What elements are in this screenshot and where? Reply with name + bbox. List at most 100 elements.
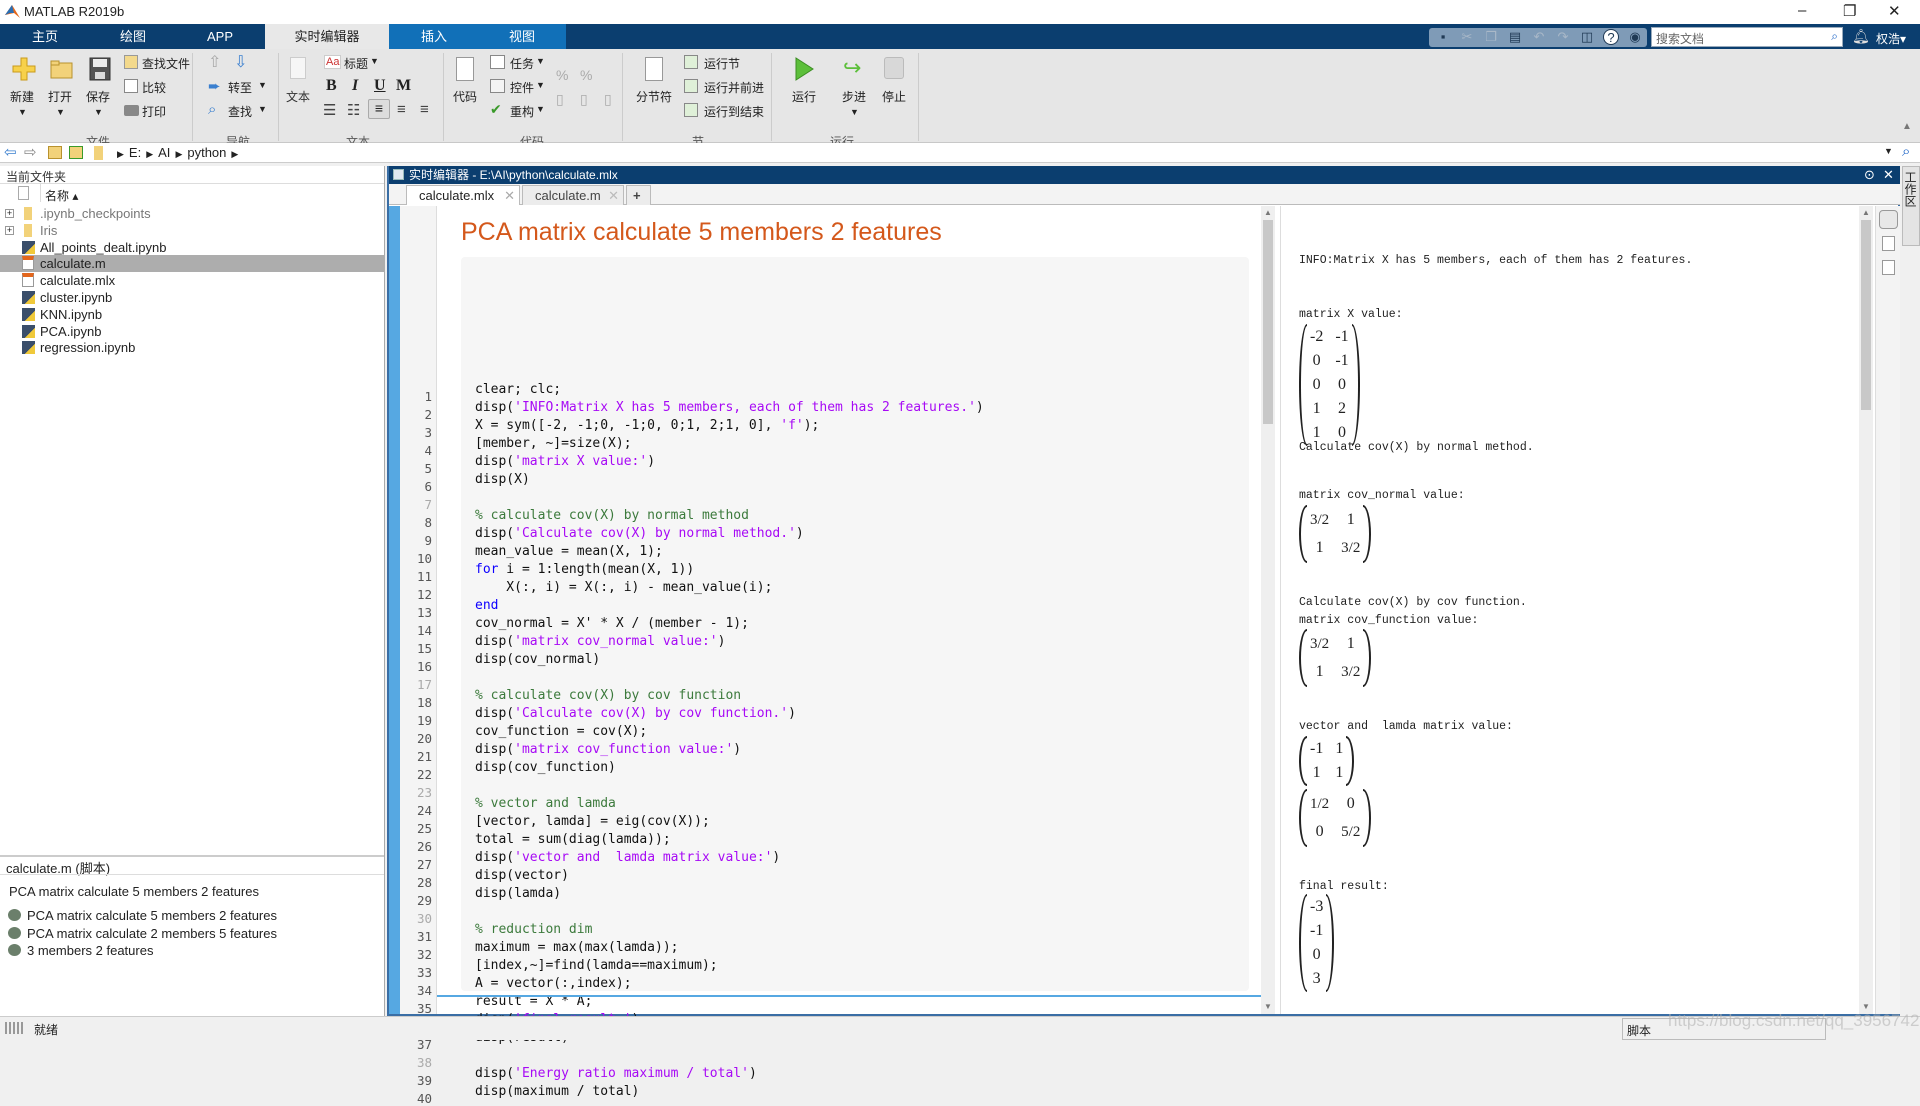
path-dropdown-icon[interactable]: ▼ [1884, 146, 1893, 156]
file-row[interactable]: cluster.ipynb [0, 289, 385, 306]
paste-icon[interactable]: ▤ [1507, 29, 1523, 45]
tab-calculate-m[interactable]: calculate.m ✕ [522, 185, 624, 205]
collapse-toolstrip-icon[interactable]: ▲ [1902, 121, 1912, 132]
save-icon[interactable]: ▪ [1435, 29, 1451, 45]
file-name[interactable]: Iris [40, 222, 57, 239]
tab-calculate-mlx[interactable]: calculate.mlx ✕ [406, 185, 520, 205]
tab-live-editor[interactable]: 实时编辑器 [265, 24, 389, 49]
forward-icon[interactable]: ⇨ [24, 143, 37, 161]
restore-button[interactable]: ❐ [1843, 2, 1856, 20]
scroll-down-icon[interactable]: ▼ [1862, 1002, 1870, 1011]
file-row[interactable]: calculate.mlx [0, 272, 385, 289]
search-icon[interactable]: ⌕ [1831, 29, 1838, 44]
save-button[interactable]: 保存 ▼ [86, 55, 116, 127]
close-tab-icon[interactable]: ✕ [608, 186, 619, 205]
search-folder-icon[interactable]: ⌕ [1902, 143, 1910, 160]
scroll-thumb[interactable] [1263, 220, 1273, 424]
breadcrumb-separator-icon[interactable]: ▶ [146, 149, 153, 159]
help-icon[interactable]: ? [1603, 29, 1619, 45]
cut-icon[interactable]: ✂ [1459, 29, 1475, 45]
file-row[interactable]: calculate.m [0, 255, 385, 273]
code-line[interactable]: [vector, lamda] = eig(cov(X)); [475, 813, 710, 831]
user-menu[interactable]: 权浩▾ [1876, 30, 1906, 47]
code-line[interactable]: [index,~]=find(lamda==maximum); [475, 957, 718, 975]
code-line[interactable]: cov_normal = X' * X / (member - 1); [475, 615, 749, 633]
minimize-button[interactable]: – [1798, 2, 1806, 19]
align-center-icon[interactable]: ≡ [397, 101, 406, 118]
file-name[interactable]: PCA.ipynb [40, 323, 101, 340]
code-line[interactable]: disp(maximum / total) [475, 1083, 639, 1101]
code-line[interactable]: disp('Energy ratio maximum / total') [475, 1065, 757, 1083]
code-line[interactable]: total = sum(diag(lamda)); [475, 831, 671, 849]
file-name[interactable]: cluster.ipynb [40, 289, 112, 306]
document-title[interactable]: PCA matrix calculate 5 members 2 feature… [461, 218, 942, 247]
monospace-button[interactable]: M [396, 77, 411, 95]
output-inline-icon[interactable] [1882, 236, 1895, 251]
file-name[interactable]: KNN.ipynb [40, 306, 102, 323]
decrease-indent-icon[interactable]: ▯ [604, 91, 612, 108]
file-row[interactable]: regression.ipynb [0, 339, 385, 356]
code-line[interactable]: [member, ~]=size(X); [475, 435, 632, 453]
code-line[interactable]: cov_function = cov(X); [475, 723, 647, 741]
breadcrumb-item[interactable]: AI [158, 145, 170, 160]
italic-button[interactable]: I [352, 77, 358, 95]
scroll-thumb[interactable] [1861, 220, 1871, 410]
name-column-header[interactable]: 名称 ▴ [45, 187, 78, 204]
file-name[interactable]: calculate.mlx [40, 272, 115, 289]
add-tab-button[interactable]: + [626, 185, 651, 205]
code-line[interactable]: disp(cov_normal) [475, 651, 600, 669]
hide-code-icon[interactable] [1882, 260, 1895, 275]
tab-insert[interactable]: 插入 [409, 24, 459, 49]
code-line[interactable]: mean_value = mean(X, 1); [475, 543, 663, 561]
code-line[interactable]: A = vector(:,index); [475, 975, 632, 993]
output-right-icon[interactable] [1879, 210, 1898, 229]
align-left-icon[interactable]: ≡ [368, 99, 390, 119]
code-line[interactable]: disp(cov_function) [475, 759, 616, 777]
file-row[interactable]: PCA.ipynb [0, 323, 385, 340]
increase-indent-icon[interactable]: ▯ [580, 91, 588, 108]
comment-icon[interactable]: % [556, 67, 568, 83]
browse-folder-icon[interactable] [69, 146, 83, 159]
numbered-list-icon[interactable]: ☷ [347, 101, 360, 119]
code-line[interactable]: end [475, 597, 498, 615]
code-line[interactable]: disp('matrix X value:') [475, 453, 655, 471]
code-button[interactable]: 代码 [452, 55, 480, 115]
code-line[interactable]: X = sym([-2, -1;0, -1;0, 0;1, 2;1, 0], '… [475, 417, 819, 435]
section-item[interactable]: 3 members 2 features [8, 943, 153, 958]
breadcrumb-item[interactable]: python [187, 145, 226, 160]
bold-button[interactable]: B [326, 77, 337, 95]
redo-icon[interactable]: ↷ [1555, 29, 1571, 45]
breadcrumb-item[interactable]: E: [129, 145, 141, 160]
back-arrow-up-icon[interactable]: ⇧ [208, 52, 221, 72]
scroll-up-icon[interactable]: ▲ [1862, 208, 1870, 217]
forward-arrow-down-icon[interactable]: ⇩ [234, 52, 247, 72]
tab-home[interactable]: 主页 [20, 24, 70, 49]
expand-icon[interactable]: + [5, 225, 14, 235]
file-name[interactable]: .ipynb_checkpoints [40, 205, 151, 222]
file-name[interactable]: regression.ipynb [40, 339, 135, 356]
code-line[interactable]: % calculate cov(X) by cov function [475, 687, 741, 705]
file-row[interactable]: + Iris [0, 222, 385, 239]
wrap-comment-icon[interactable]: ▯ [556, 91, 564, 108]
code-line[interactable]: for i = 1:length(mean(X, 1)) [475, 561, 694, 579]
tab-view[interactable]: 视图 [497, 24, 547, 49]
code-line[interactable]: disp(X) [475, 471, 530, 489]
scroll-down-icon[interactable]: ▼ [1264, 1002, 1272, 1011]
code-line[interactable]: disp('matrix cov_function value:') [475, 741, 741, 759]
code-line[interactable]: % vector and lamda [475, 795, 616, 813]
breadcrumb-separator-icon[interactable]: ▶ [117, 149, 124, 159]
underline-button[interactable]: U [374, 77, 386, 95]
expand-icon[interactable]: + [5, 209, 14, 218]
workspace-side-tab[interactable]: 工作区 [1902, 166, 1920, 246]
undo-icon[interactable]: ↶ [1531, 29, 1547, 45]
code-line[interactable]: % reduction dim [475, 921, 592, 939]
code-line[interactable]: disp(lamda) [475, 885, 561, 903]
uncomment-icon[interactable]: % [580, 67, 592, 83]
new-button[interactable]: 新建 ▼ [10, 55, 40, 127]
step-button[interactable]: ↪ 步进 ▼ [840, 55, 870, 127]
run-button[interactable]: 运行 [790, 55, 820, 115]
switch-windows-icon[interactable]: ◫ [1579, 29, 1595, 45]
output-scrollbar[interactable]: ▲ ▼ [1859, 206, 1873, 1014]
code-line[interactable]: X(:, i) = X(:, i) - mean_value(i); [475, 579, 772, 597]
copy-icon[interactable]: ❐ [1483, 29, 1499, 45]
